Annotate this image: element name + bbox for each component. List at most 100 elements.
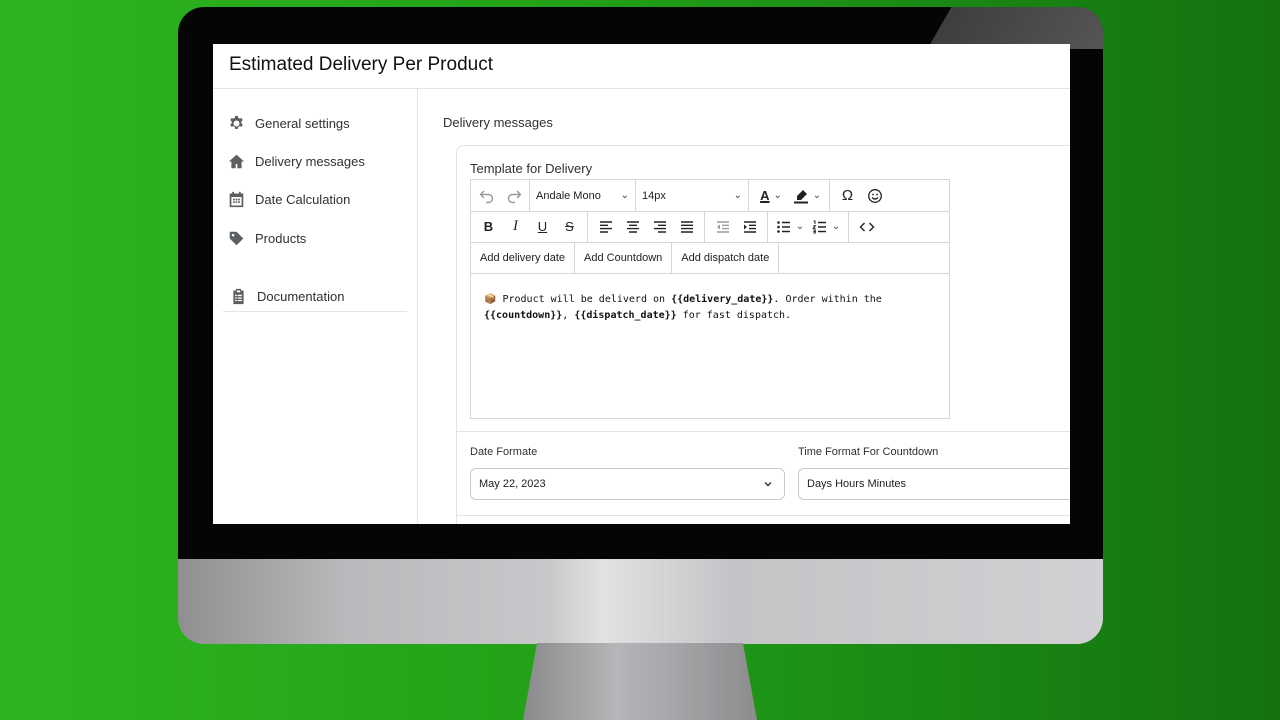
sidebar-item-delivery-messages[interactable]: Delivery messages	[228, 150, 365, 172]
indent-button[interactable]	[736, 213, 763, 241]
delivery-date-placeholder: {{delivery_date}}	[671, 294, 774, 305]
main-content: Delivery messages Template for Delivery …	[418, 89, 1070, 524]
text-color-icon: A	[760, 188, 770, 203]
indent-icon	[743, 220, 756, 233]
card-divider	[457, 515, 1070, 516]
strikethrough-icon: S	[565, 219, 574, 234]
numbered-list-icon	[812, 220, 826, 233]
editor-content[interactable]: 📦 Product will be deliverd on {{delivery…	[484, 292, 924, 324]
bullet-list-button[interactable]: ⌄	[772, 213, 808, 241]
chevron-down-icon: ⌄	[795, 221, 805, 232]
content-text: ,	[562, 310, 575, 321]
sidebar-divider	[223, 311, 407, 312]
editor-toolbar-row-2: B I U S ⌄ ⌄	[471, 211, 949, 243]
settings-card: Template for Delivery Andale Mono ⌄ 14px…	[456, 145, 1070, 524]
chevron-down-icon: ⌄	[773, 190, 782, 201]
section-title: Delivery messages	[443, 115, 553, 130]
sidebar-item-general-settings[interactable]: General settings	[228, 112, 350, 134]
time-format-label: Time Format For Countdown	[798, 446, 939, 458]
underline-icon: U	[537, 219, 548, 234]
align-right-icon	[653, 220, 666, 233]
numbered-list-button[interactable]: ⌄	[808, 213, 844, 241]
special-character-button[interactable]: Ω	[834, 182, 861, 210]
redo-icon	[507, 190, 521, 203]
editor-toolbar-row-1: Andale Mono ⌄ 14px ⌄ A ⌄ ⌄ Ω	[471, 180, 949, 212]
screen-glare	[903, 7, 1103, 49]
code-group	[849, 211, 884, 242]
source-code-button[interactable]	[853, 213, 880, 241]
content-text: Product will be deliverd on	[496, 294, 672, 305]
history-group	[471, 180, 530, 211]
align-right-button[interactable]	[646, 213, 673, 241]
underline-button[interactable]: U	[529, 213, 556, 241]
app-window: Estimated Delivery Per Product General s…	[213, 44, 1070, 524]
add-delivery-date-button[interactable]: Add delivery date	[471, 242, 575, 273]
font-size-select[interactable]: 14px ⌄	[636, 180, 749, 211]
justify-button[interactable]	[673, 213, 700, 241]
gear-icon	[230, 115, 243, 129]
indent-group	[705, 211, 768, 242]
font-size-value: 14px	[642, 189, 666, 202]
color-group: A ⌄ ⌄	[749, 180, 830, 211]
highlighter-icon	[793, 189, 808, 203]
countdown-placeholder: {{countdown}}	[484, 310, 563, 321]
code-icon	[859, 222, 874, 231]
sidebar: General settings Delivery messages Date …	[213, 89, 418, 524]
template-label: Template for Delivery	[470, 161, 593, 176]
list-group: ⌄ ⌄	[768, 211, 849, 242]
home-icon	[228, 154, 245, 168]
omega-icon: Ω	[841, 187, 854, 204]
time-format-value: Days Hours Minutes	[807, 478, 907, 490]
sidebar-item-documentation[interactable]: Documentation	[230, 285, 344, 307]
add-countdown-button[interactable]: Add Countdown	[575, 242, 673, 273]
chevron-down-icon: ⌄	[733, 190, 742, 201]
sidebar-item-label: Products	[255, 230, 307, 246]
align-center-icon	[626, 220, 639, 233]
date-format-value: May 22, 2023	[479, 478, 546, 490]
time-format-select[interactable]: Days Hours Minutes	[798, 468, 1070, 500]
bold-button[interactable]: B	[475, 213, 502, 241]
sidebar-item-label: Date Calculation	[255, 191, 351, 207]
rich-text-editor[interactable]: Andale Mono ⌄ 14px ⌄ A ⌄ ⌄ Ω B I U S ⌄ ⌄…	[470, 179, 950, 419]
page-title: Estimated Delivery Per Product	[229, 54, 493, 75]
sidebar-item-label: General settings	[255, 115, 350, 131]
italic-button[interactable]: I	[502, 213, 529, 241]
sidebar-item-label: Delivery messages	[255, 153, 365, 169]
format-group: B I U S	[471, 211, 588, 242]
text-color-button[interactable]: A ⌄	[753, 182, 789, 210]
redo-button[interactable]	[500, 182, 527, 210]
card-divider	[457, 431, 1070, 432]
date-format-select[interactable]: May 22, 2023	[470, 468, 785, 500]
highlight-color-button[interactable]: ⌄	[789, 182, 825, 210]
sidebar-item-products[interactable]: Products	[228, 227, 306, 249]
add-dispatch-date-button[interactable]: Add dispatch date	[672, 242, 780, 273]
outdent-icon	[716, 220, 729, 233]
align-left-button[interactable]	[592, 213, 619, 241]
date-format-label: Date Formate	[470, 446, 538, 458]
bold-icon: B	[483, 219, 494, 234]
align-center-button[interactable]	[619, 213, 646, 241]
bullet-list-icon	[776, 220, 790, 233]
monitor-chin	[178, 559, 1103, 644]
calendar-icon	[229, 191, 244, 207]
insert-group: Ω	[830, 180, 892, 211]
chevron-down-icon	[764, 482, 772, 487]
editor-toolbar-row-3: Add delivery date Add Countdown Add disp…	[471, 242, 949, 274]
sidebar-item-date-calculation[interactable]: Date Calculation	[228, 188, 350, 210]
strikethrough-button[interactable]: S	[556, 213, 583, 241]
content-text: for fast dispatch.	[676, 310, 792, 321]
emoji-button[interactable]	[861, 182, 888, 210]
tag-icon	[229, 231, 244, 245]
italic-icon: I	[513, 218, 518, 234]
align-left-icon	[599, 220, 612, 233]
align-group	[588, 211, 705, 242]
undo-button[interactable]	[473, 182, 500, 210]
chevron-down-icon: ⌄	[620, 190, 629, 201]
chevron-down-icon: ⌄	[831, 221, 841, 232]
dispatch-date-placeholder: {{dispatch_date}}	[574, 310, 677, 321]
font-family-select[interactable]: Andale Mono ⌄	[530, 180, 636, 211]
chevron-down-icon: ⌄	[812, 190, 822, 201]
package-emoji: 📦	[484, 294, 497, 305]
monitor-stand	[523, 643, 757, 720]
outdent-button[interactable]	[709, 213, 736, 241]
